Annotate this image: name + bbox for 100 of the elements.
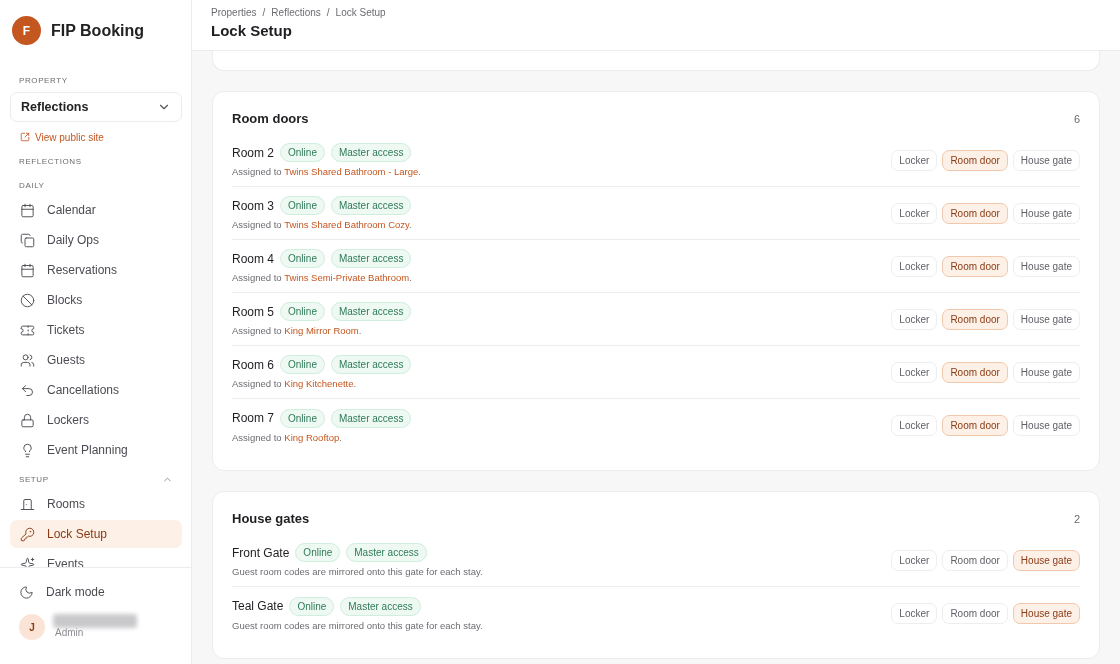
breadcrumb-link[interactable]: Lock Setup	[335, 7, 386, 18]
nav-item[interactable]: Event Planning	[10, 436, 182, 464]
status-badge: Master access	[346, 543, 427, 562]
lock-type-button[interactable]: House gate	[1012, 415, 1080, 436]
breadcrumb-link[interactable]: Reflections	[271, 7, 321, 18]
brand-name: FIP Booking	[51, 21, 145, 40]
lock-type-button[interactable]: House gate	[1012, 361, 1080, 383]
lock-count: 6	[1073, 112, 1080, 125]
assignment-text: Assigned to King Rooftop.	[232, 431, 343, 443]
lock-type-button[interactable]: House gate	[1012, 255, 1080, 277]
status-badge: Master access	[330, 355, 412, 374]
status-badge: Online	[280, 302, 325, 321]
lock-type-button[interactable]: House gate	[1012, 549, 1080, 571]
breadcrumb-link[interactable]: Properties	[211, 7, 257, 18]
lock-type-button[interactable]: Locker	[891, 603, 938, 624]
lock-icon	[20, 412, 35, 428]
section-label: REFLECTIONS	[19, 156, 82, 166]
copy-icon	[20, 232, 35, 248]
status-badge: Online	[280, 196, 325, 215]
dark-mode-toggle[interactable]: Dark mode	[19, 578, 172, 606]
lock-type-button[interactable]: House gate	[1012, 308, 1080, 330]
lock-type-button[interactable]: Locker	[891, 149, 938, 171]
status-badge: Master access	[330, 408, 412, 428]
section-label: SETUP	[19, 474, 49, 484]
lock-name: Room 6	[232, 357, 275, 372]
status-badge: Online	[295, 543, 341, 562]
sparkles-icon	[20, 556, 35, 567]
section-label: DAILY	[19, 180, 45, 190]
moon-icon	[19, 584, 34, 600]
status-badge: Online	[280, 355, 325, 374]
status-badge: Master access	[330, 302, 412, 321]
lock-type-button[interactable]: Locker	[891, 255, 938, 277]
user-role: Admin	[54, 626, 84, 638]
door-icon	[20, 496, 35, 512]
view-public-site-link[interactable]: View public site	[10, 131, 114, 143]
lock-type-button[interactable]: Locker	[891, 308, 938, 330]
lock-name: Teal Gate	[232, 599, 284, 613]
lock-type-button[interactable]: Room door	[942, 149, 1008, 171]
nav-item[interactable]: Cancellations	[10, 376, 182, 404]
key-icon	[20, 526, 35, 542]
lock-name: Room 4	[232, 251, 275, 266]
lock-name: Room 7	[232, 411, 275, 425]
lock-name: Room 2	[232, 145, 275, 160]
section-label: PROPERTY	[19, 75, 68, 85]
nav-item[interactable]: Lockers	[10, 406, 182, 434]
assignment-text: Assigned to King Mirror Room.	[232, 325, 363, 336]
lock-type-button[interactable]: Room door	[942, 549, 1008, 571]
lock-name: Room 3	[232, 198, 275, 213]
lightbulb-icon	[20, 442, 35, 458]
assignment-text: Assigned to Twins Semi-Private Bathroom.	[232, 272, 412, 283]
status-badge: Master access	[330, 249, 412, 268]
lock-type-button[interactable]: Locker	[891, 202, 938, 224]
lock-type-button[interactable]: Locker	[891, 415, 938, 436]
status-badge: Master access	[330, 143, 412, 162]
lock-type-button[interactable]: Locker	[891, 361, 938, 383]
breadcrumb-separator: /	[326, 7, 330, 18]
assignment-text: Assigned to Twins Shared Bathroom - Large.	[232, 166, 421, 177]
user-avatar: J	[19, 614, 45, 640]
nav-item[interactable]: Lock Setup	[10, 520, 182, 548]
lock-type-button[interactable]: Room door	[942, 361, 1008, 383]
lock-type-button[interactable]: Room door	[942, 603, 1008, 624]
card-title: Room doors	[232, 111, 309, 126]
lock-type-button[interactable]: Room door	[942, 308, 1008, 330]
status-badge: Online	[280, 408, 325, 428]
status-badge: Master access	[330, 196, 412, 215]
nav-item[interactable]: Daily Ops	[10, 226, 182, 254]
lock-description: Guest room codes are mirrored onto this gate for each stay.	[232, 566, 483, 577]
lock-type-button[interactable]: House gate	[1012, 149, 1080, 171]
nav-item[interactable]: Rooms	[10, 490, 182, 518]
lock-type-button[interactable]: Room door	[942, 415, 1008, 436]
assignment-text: Assigned to Twins Shared Bathroom Cozy.	[232, 219, 412, 230]
nav-item[interactable]: Guests	[10, 346, 182, 374]
lock-type-button[interactable]: Room door	[942, 255, 1008, 277]
lock-type-button[interactable]: House gate	[1012, 603, 1080, 624]
undo-icon	[20, 382, 35, 398]
status-badge: Online	[280, 249, 325, 268]
lock-type-button[interactable]: Room door	[942, 202, 1008, 224]
status-badge: Online	[280, 143, 325, 162]
lock-type-button[interactable]: House gate	[1012, 202, 1080, 224]
nav-item[interactable]: Calendar	[10, 196, 182, 224]
page-title: Lock Setup	[211, 22, 293, 39]
lock-count: 2	[1073, 512, 1080, 525]
room-link[interactable]: King Mirror Room	[284, 325, 359, 336]
property-select[interactable]: Reflections	[10, 92, 182, 122]
calendar-icon	[20, 262, 35, 278]
status-badge: Master access	[340, 596, 421, 616]
assignment-text: Assigned to King Kitchenette.	[232, 378, 358, 389]
status-badge: Online	[289, 596, 335, 616]
nav-item[interactable]: Tickets	[10, 316, 182, 344]
nav-item[interactable]: Reservations	[10, 256, 182, 284]
card-title: House gates	[232, 511, 310, 526]
lock-name: Front Gate	[232, 545, 290, 560]
ban-icon	[20, 292, 35, 308]
calendar-icon	[20, 202, 35, 218]
breadcrumb-separator: /	[262, 7, 266, 18]
brand-logo: F	[12, 16, 41, 45]
ticket-icon	[20, 322, 35, 338]
nav-item[interactable]: Blocks	[10, 286, 182, 314]
lock-type-button[interactable]: Locker	[891, 549, 938, 571]
lock-name: Room 5	[232, 304, 275, 319]
